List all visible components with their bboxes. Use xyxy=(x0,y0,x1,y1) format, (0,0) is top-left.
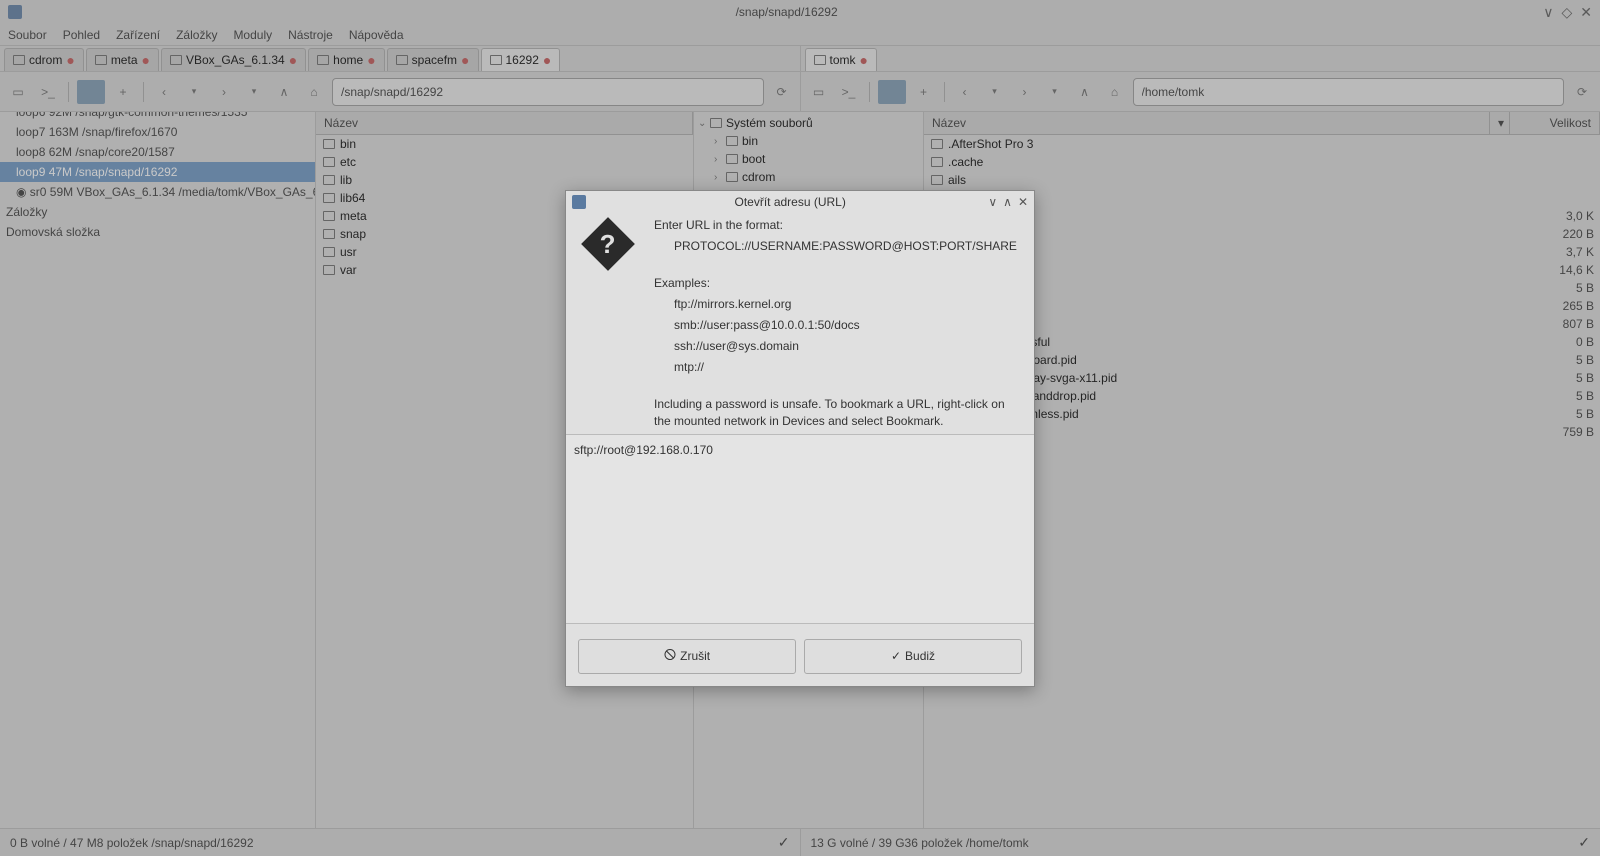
dialog-buttons: 🛇 Zrušit ✓ Budiž xyxy=(566,627,1034,686)
question-icon: ? xyxy=(581,217,635,271)
ok-icon: ✓ xyxy=(891,649,901,663)
dialog-examples-header: Examples: xyxy=(654,275,1022,292)
dialog-example: ftp://mirrors.kernel.org xyxy=(654,296,1022,313)
ok-button[interactable]: ✓ Budiž xyxy=(804,639,1022,674)
modal-overlay: Otevřít adresu (URL) ∨ ∧ ✕ ? Enter URL i… xyxy=(0,0,1600,856)
cancel-icon: 🛇 xyxy=(664,646,676,667)
dialog-controls: ∨ ∧ ✕ xyxy=(988,195,1028,209)
dialog-text: Enter URL in the format: PROTOCOL://USER… xyxy=(654,217,1022,434)
dialog-note: Including a password is unsafe. To bookm… xyxy=(654,396,1022,430)
dialog-example: mtp:// xyxy=(654,359,1022,376)
dialog-minimize-icon[interactable]: ∨ xyxy=(988,195,997,209)
dialog-body: ? Enter URL in the format: PROTOCOL://US… xyxy=(566,213,1034,434)
dialog-icon-area: ? xyxy=(578,217,638,434)
cancel-label: Zrušit xyxy=(680,649,710,663)
dialog-title: Otevřít adresu (URL) xyxy=(592,195,988,209)
dialog-input-wrap xyxy=(566,434,1034,627)
url-input[interactable] xyxy=(566,434,1034,624)
cancel-button[interactable]: 🛇 Zrušit xyxy=(578,639,796,674)
url-dialog: Otevřít adresu (URL) ∨ ∧ ✕ ? Enter URL i… xyxy=(565,190,1035,687)
dialog-example: smb://user:pass@10.0.0.1:50/docs xyxy=(654,317,1022,334)
dialog-line: PROTOCOL://USERNAME:PASSWORD@HOST:PORT/S… xyxy=(654,238,1022,255)
ok-label: Budiž xyxy=(905,649,935,663)
dialog-maximize-icon[interactable]: ∧ xyxy=(1003,195,1012,209)
dialog-titlebar: Otevřít adresu (URL) ∨ ∧ ✕ xyxy=(566,191,1034,213)
dialog-example: ssh://user@sys.domain xyxy=(654,338,1022,355)
dialog-line: Enter URL in the format: xyxy=(654,217,1022,234)
dialog-app-icon xyxy=(572,195,586,209)
dialog-close-icon[interactable]: ✕ xyxy=(1018,195,1028,209)
